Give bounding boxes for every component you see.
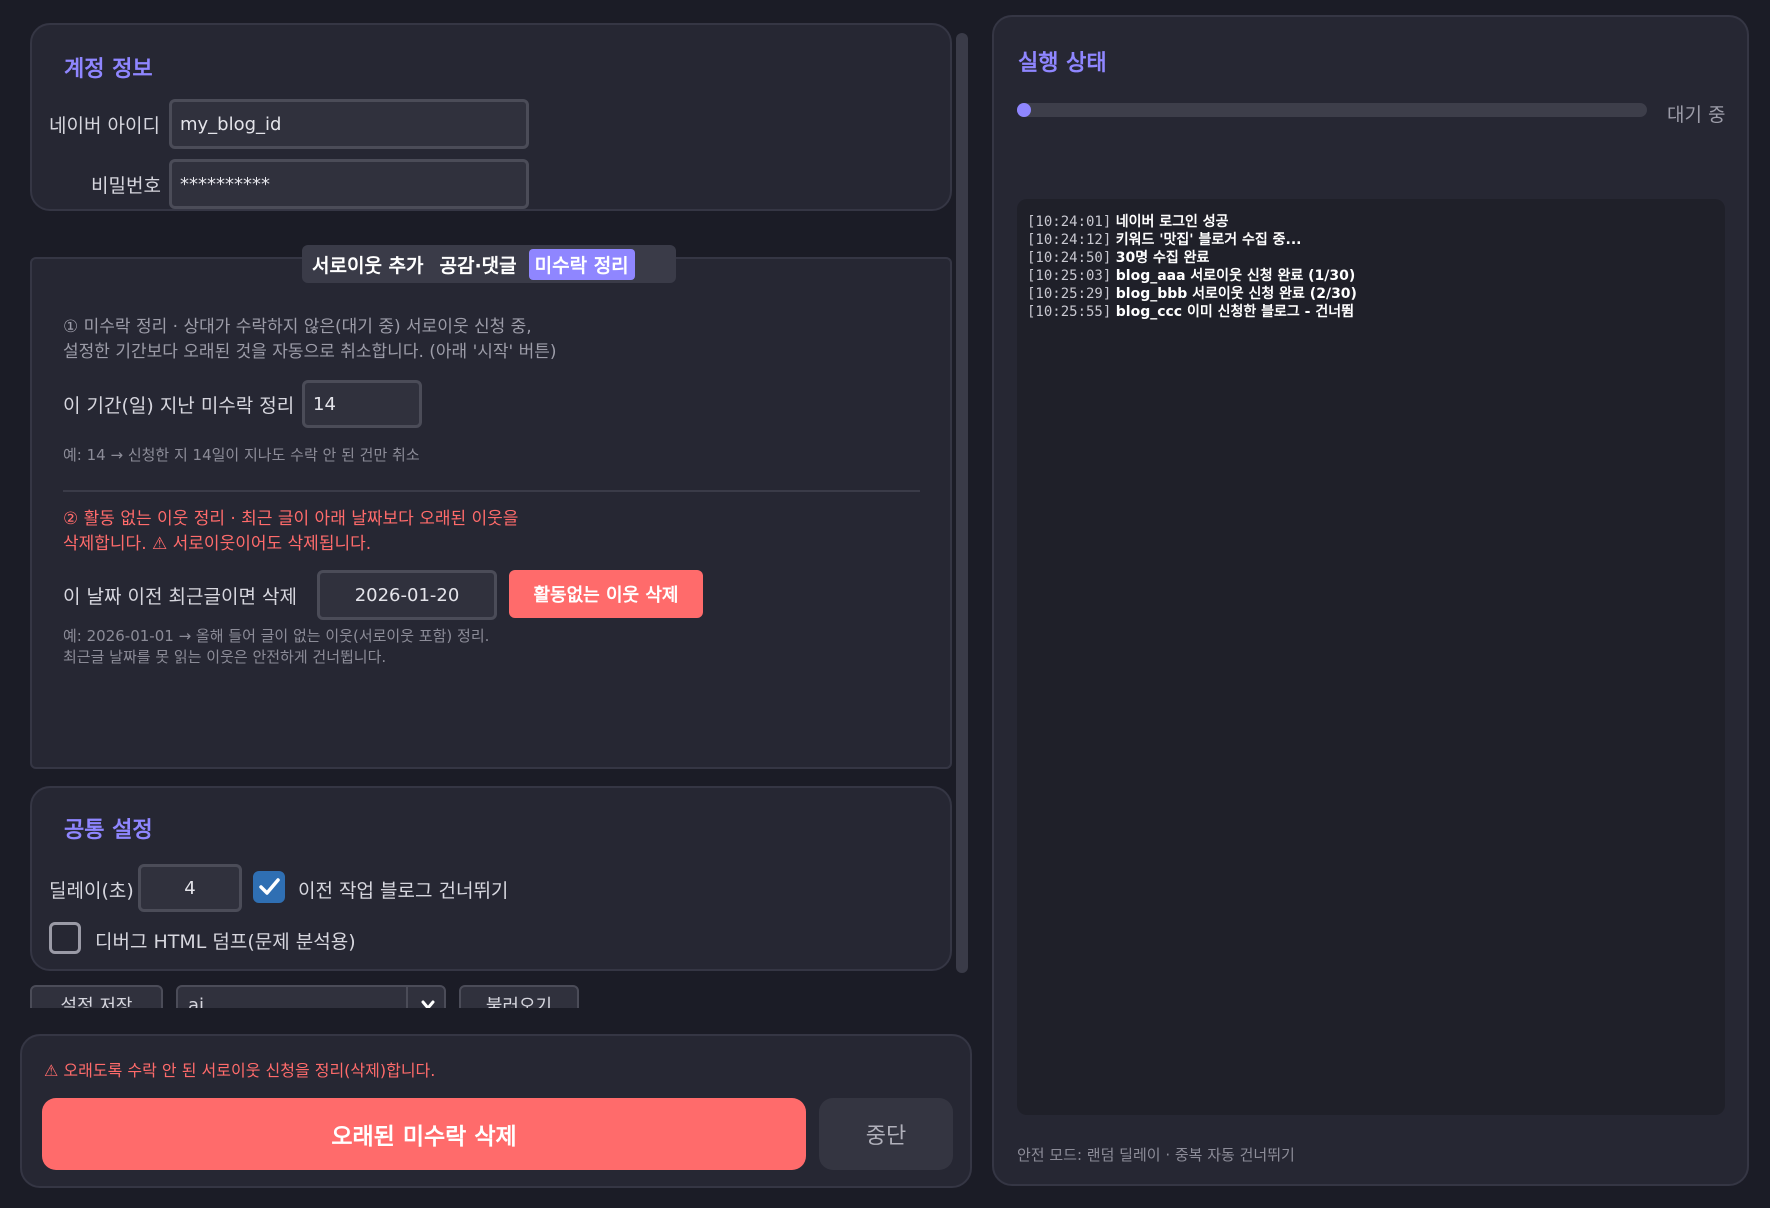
section-divider <box>63 490 920 492</box>
cleanup-intro-line2: 설정한 기간보다 오래된 것을 자동으로 취소합니다. (아래 '시작' 버튼) <box>63 342 557 362</box>
log-line: [10:25:55] blog_ccc 이미 신청한 블로그 - 건너뜀 <box>1027 303 1357 321</box>
log-line: [10:24:12] 키워드 '맛집' 블로거 수집 중... <box>1027 231 1357 249</box>
common-title: 공통 설정 <box>64 818 153 843</box>
progress-bar <box>1017 103 1647 117</box>
left-scrollbar[interactable] <box>956 33 968 973</box>
log-time: [10:24:12] <box>1027 232 1112 248</box>
skip-previous-checkbox[interactable] <box>253 871 285 903</box>
delete-inactive-button[interactable]: 활동없는 이웃 삭제 <box>509 570 703 618</box>
delete-old-pending-button[interactable]: 오래된 미수락 삭제 <box>42 1098 806 1170</box>
debug-dump-checkbox[interactable] <box>49 922 81 954</box>
delay-input[interactable]: 4 <box>138 864 242 912</box>
tab-add-neighbor[interactable]: 서로이웃 추가 <box>308 249 428 280</box>
tab-pending-cleanup[interactable]: 미수락 정리 <box>528 248 635 280</box>
log-line: [10:24:50] 30명 수집 완료 <box>1027 249 1357 267</box>
inactive-intro-line2: 삭제합니다. ⚠ 서로이웃이어도 삭제됩니다. <box>63 534 372 554</box>
check-icon <box>259 878 280 895</box>
log-time: [10:25:55] <box>1027 304 1112 320</box>
log-line: [10:25:29] blog_bbb 서로이웃 신청 완료 (2/30) <box>1027 285 1357 303</box>
log-time: [10:25:29] <box>1027 286 1112 302</box>
account-panel: 계정 정보 네이버 아이디 my_blog_id 비밀번호 ********** <box>30 23 952 211</box>
status-panel: 실행 상태 대기 중 [10:24:01] 네이버 로그인 성공 [10:24:… <box>992 15 1749 1186</box>
chevron-down-icon <box>421 1000 435 1008</box>
progress-state-text: 대기 중 <box>1667 104 1726 126</box>
inactive-intro-line1: ② 활동 없는 이웃 정리 · 최근 글이 아래 날짜보다 오래된 이웃을 <box>63 509 519 529</box>
common-settings-panel: 공통 설정 딜레이(초) 4 이전 작업 블로그 건너뛰기 디버그 HTML 덤… <box>30 786 952 971</box>
log-text: blog_bbb 서로이웃 신청 완료 (2/30) <box>1115 286 1357 302</box>
days-input[interactable]: 14 <box>302 380 422 428</box>
password-input[interactable]: ********** <box>169 159 529 209</box>
log-text: 네이버 로그인 성공 <box>1115 214 1229 230</box>
load-settings-button[interactable]: 불러오기 <box>459 985 579 1008</box>
account-title: 계정 정보 <box>64 57 153 82</box>
safe-mode-note: 안전 모드: 랜덤 딜레이 · 중복 자동 건너뛰기 <box>1017 1146 1295 1164</box>
log-text: 키워드 '맛집' 블로거 수집 중... <box>1115 232 1302 248</box>
log-line: [10:25:03] blog_aaa 서로이웃 신청 완료 (1/30) <box>1027 267 1357 285</box>
progress-fill <box>1017 103 1031 117</box>
skip-previous-label: 이전 작업 블로그 건너뛰기 <box>298 880 509 902</box>
log-text: blog_ccc 이미 신청한 블로그 - 건너뜀 <box>1115 304 1354 320</box>
date-input[interactable]: 2026-01-20 <box>317 570 497 620</box>
naver-id-label: 네이버 아이디 <box>49 115 160 137</box>
profile-select-value: ai <box>188 995 205 1008</box>
date-hint-line1: 예: 2026-01-01 → 올해 들어 글이 없는 이웃(서로이웃 포함) … <box>63 627 490 645</box>
date-label: 이 날짜 이전 최근글이면 삭제 <box>63 586 297 608</box>
tab-like-comment[interactable]: 공감·댓글 <box>436 249 521 280</box>
log-box: [10:24:01] 네이버 로그인 성공 [10:24:12] 키워드 '맛집… <box>1017 199 1725 1115</box>
settings-row-clip: 설정 저장 ai 불러오기 <box>30 985 952 1008</box>
delay-label: 딜레이(초) <box>49 880 134 902</box>
log-list: [10:24:01] 네이버 로그인 성공 [10:24:12] 키워드 '맛집… <box>1027 213 1357 321</box>
footer-warning: ⚠ 오래도록 수락 안 된 서로이웃 신청을 정리(삭제)합니다. <box>44 1061 436 1080</box>
log-time: [10:24:50] <box>1027 250 1112 266</box>
days-hint: 예: 14 → 신청한 지 14일이 지나도 수락 안 된 건만 취소 <box>63 446 420 464</box>
naver-id-input[interactable]: my_blog_id <box>169 99 529 149</box>
save-settings-label: 설정 저장 <box>60 996 133 1008</box>
stop-button[interactable]: 중단 <box>819 1098 953 1170</box>
dropdown-divider <box>406 987 408 1008</box>
status-title: 실행 상태 <box>1018 51 1107 76</box>
cleanup-intro-line1: ① 미수락 정리 · 상대가 수락하지 않은(대기 중) 서로이웃 신청 중, <box>63 317 532 337</box>
log-time: [10:25:03] <box>1027 268 1112 284</box>
load-settings-label: 불러오기 <box>485 996 553 1008</box>
password-label: 비밀번호 <box>91 175 161 197</box>
save-settings-button[interactable]: 설정 저장 <box>30 985 163 1008</box>
date-hint-line2: 최근글 날짜를 못 읽는 이웃은 안전하게 건너뜁니다. <box>63 648 387 666</box>
tab-bar: 서로이웃 추가 공감·댓글 미수락 정리 <box>302 245 676 283</box>
action-footer-panel: ⚠ 오래도록 수락 안 된 서로이웃 신청을 정리(삭제)합니다. 오래된 미수… <box>20 1034 972 1188</box>
debug-dump-label: 디버그 HTML 덤프(문제 분석용) <box>95 931 356 953</box>
log-line: [10:24:01] 네이버 로그인 성공 <box>1027 213 1357 231</box>
log-text: 30명 수집 완료 <box>1115 250 1210 266</box>
cleanup-panel: ① 미수락 정리 · 상대가 수락하지 않은(대기 중) 서로이웃 신청 중, … <box>30 257 952 769</box>
log-text: blog_aaa 서로이웃 신청 완료 (1/30) <box>1115 268 1356 284</box>
profile-select[interactable]: ai <box>176 985 446 1008</box>
log-time: [10:24:01] <box>1027 214 1112 230</box>
days-label: 이 기간(일) 지난 미수락 정리 <box>63 395 295 417</box>
